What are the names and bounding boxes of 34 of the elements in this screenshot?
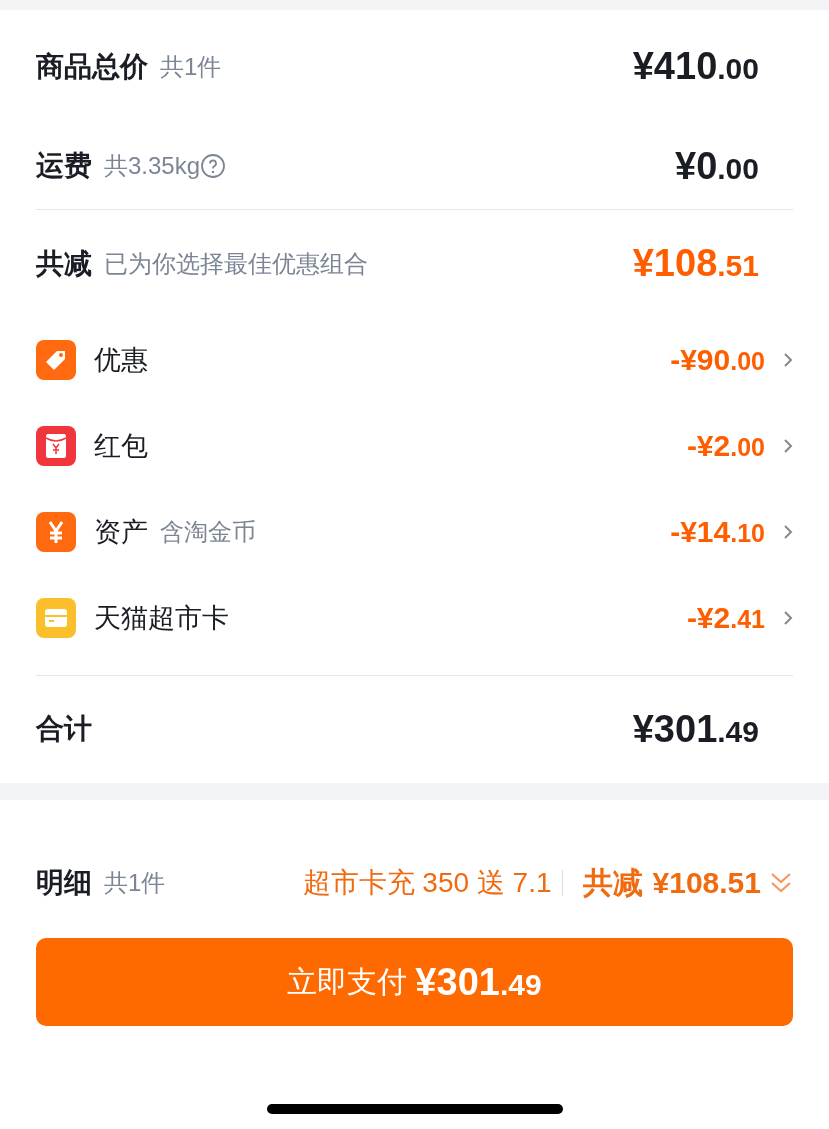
discount-total: ¥108.51	[632, 242, 759, 286]
price: ¥410.00	[632, 45, 759, 89]
row-label: 运费	[36, 149, 92, 184]
total-price: ¥301.49	[632, 707, 759, 751]
row-note: 含淘金币	[160, 517, 256, 548]
chevron-right-icon	[783, 438, 793, 455]
discount-amount: -¥2.41	[686, 601, 765, 636]
discount-amount: -¥90.00	[670, 343, 765, 378]
discount-label[interactable]: 资产	[94, 514, 148, 551]
yen-icon	[36, 512, 76, 553]
chevron-right-icon	[783, 524, 793, 541]
details-label[interactable]: 明细	[36, 864, 92, 902]
discount-amount: -¥2.00	[686, 429, 765, 464]
row-label: 共减	[36, 246, 92, 281]
row-note: 已为你选择最佳优惠组合	[104, 248, 368, 279]
details-count: 共1件	[104, 868, 166, 898]
chevron-right-icon	[783, 610, 793, 627]
chevron-right-icon	[783, 352, 793, 369]
saving-label: 共减	[582, 864, 643, 901]
discount-amount: -¥14.10	[670, 515, 765, 550]
saving-amount: ¥108.51	[652, 866, 761, 900]
row-note: 共1件	[160, 51, 222, 82]
price: ¥0.00	[675, 144, 759, 188]
help-icon[interactable]	[200, 153, 227, 180]
discount-label[interactable]: 优惠	[94, 342, 148, 379]
promo-text: 超市卡充 350 送 7.1	[302, 866, 552, 900]
envelope-icon	[36, 426, 76, 467]
card-icon	[36, 598, 76, 639]
discount-label[interactable]: 天猫超市卡	[94, 600, 229, 637]
row-label: 商品总价	[36, 49, 148, 84]
row-label: 合计	[36, 712, 92, 747]
row-note: 共3.35kg	[104, 151, 201, 182]
discount-label[interactable]: 红包	[94, 428, 148, 465]
tag-icon	[36, 340, 76, 381]
